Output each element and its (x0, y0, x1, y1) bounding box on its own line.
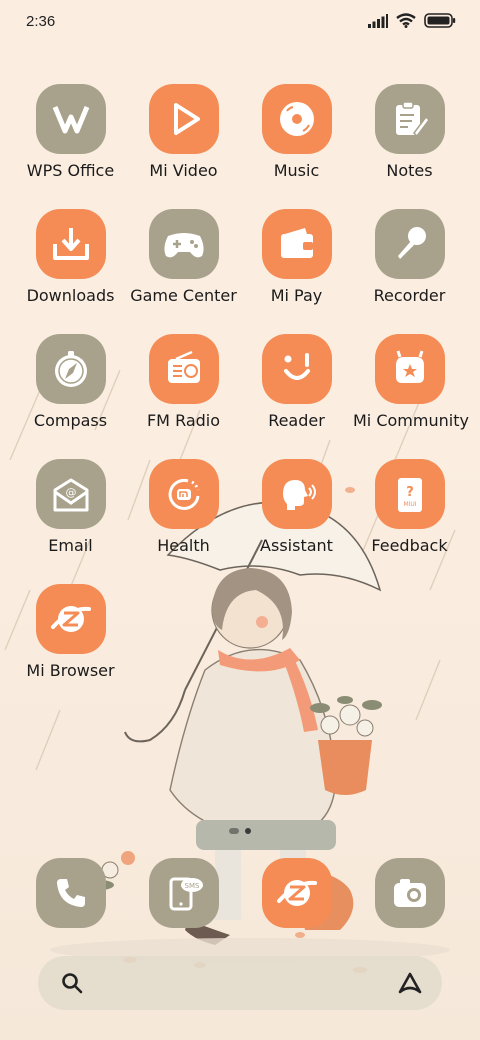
app-reader[interactable]: Reader (240, 334, 353, 430)
battery-icon (424, 13, 456, 28)
play-icon (148, 84, 219, 154)
dock-messages[interactable]: SMS (127, 858, 240, 928)
app-game-center[interactable]: Game Center (127, 209, 240, 305)
music-disc-icon (261, 84, 332, 154)
assistant-logo-icon[interactable] (396, 970, 424, 996)
app-label: Music (273, 161, 320, 180)
svg-text:?: ? (406, 485, 414, 500)
app-label: Mi Video (149, 161, 218, 180)
app-label: Reader (268, 411, 325, 430)
app-mi-video[interactable]: Mi Video (127, 84, 240, 180)
svg-text:@: @ (65, 486, 76, 499)
community-icon (374, 334, 445, 404)
page-dot-current (229, 828, 239, 834)
app-label: Mi Browser (26, 661, 115, 680)
app-fm-radio[interactable]: FM Radio (127, 334, 240, 430)
app-label: Recorder (373, 286, 446, 305)
microphone-icon (374, 209, 445, 279)
app-label: Notes (386, 161, 433, 180)
sms-badge-text: SMS (184, 882, 199, 890)
app-label: FM Radio (146, 411, 221, 430)
app-downloads[interactable]: Downloads (14, 209, 127, 305)
dock-phone[interactable] (14, 858, 127, 928)
reader-smile-icon (261, 334, 332, 404)
app-label: Compass (33, 411, 108, 430)
wps-office-icon (35, 84, 106, 154)
app-email[interactable]: @ Email (14, 459, 127, 555)
status-time: 2:36 (26, 13, 56, 30)
wallpaper-illustration (4, 369, 456, 973)
messages-icon: SMS (148, 858, 219, 928)
app-feedback[interactable]: ? MIUI Feedback (353, 459, 466, 555)
camera-icon (374, 858, 445, 928)
app-compass[interactable]: Compass (14, 334, 127, 430)
browser-icon (35, 584, 106, 654)
download-icon (35, 209, 106, 279)
status-icons (368, 13, 456, 28)
health-icon (148, 459, 219, 529)
signal-icon (368, 13, 388, 28)
notes-icon (374, 84, 445, 154)
app-wps-office[interactable]: WPS Office (14, 84, 127, 180)
app-label: Mi Community (353, 411, 469, 430)
app-notes[interactable]: Notes (353, 84, 466, 180)
app-label: Health (157, 536, 210, 555)
app-label: WPS Office (26, 161, 115, 180)
app-label: Email (48, 536, 93, 555)
radio-icon (148, 334, 219, 404)
app-mi-browser[interactable]: Mi Browser (14, 584, 127, 680)
page-indicator (0, 828, 480, 834)
status-bar: 2:36 (0, 0, 480, 44)
phone-icon (35, 858, 106, 928)
search-bar[interactable] (38, 956, 442, 1010)
compass-icon (35, 334, 106, 404)
app-assistant[interactable]: Assistant (240, 459, 353, 555)
app-mi-community[interactable]: Mi Community (353, 334, 469, 430)
app-label: Game Center (130, 286, 237, 305)
feedback-icon: ? MIUI (374, 459, 445, 529)
dock-browser[interactable] (240, 858, 353, 928)
feedback-badge-text: MIUI (403, 501, 416, 508)
dock-camera[interactable] (353, 858, 466, 928)
wifi-icon (396, 13, 416, 28)
browser-icon (261, 858, 332, 928)
app-label: Assistant (260, 536, 333, 555)
page-dot (245, 828, 251, 834)
app-music[interactable]: Music (240, 84, 353, 180)
app-label: Feedback (371, 536, 448, 555)
app-label: Mi Pay (270, 286, 323, 305)
wallet-icon (261, 209, 332, 279)
assistant-icon (261, 459, 332, 529)
search-icon (62, 973, 83, 994)
email-icon: @ (35, 459, 106, 529)
app-health[interactable]: Health (127, 459, 240, 555)
gamepad-icon (148, 209, 219, 279)
app-recorder[interactable]: Recorder (353, 209, 466, 305)
app-label: Downloads (26, 286, 115, 305)
app-mi-pay[interactable]: Mi Pay (240, 209, 353, 305)
